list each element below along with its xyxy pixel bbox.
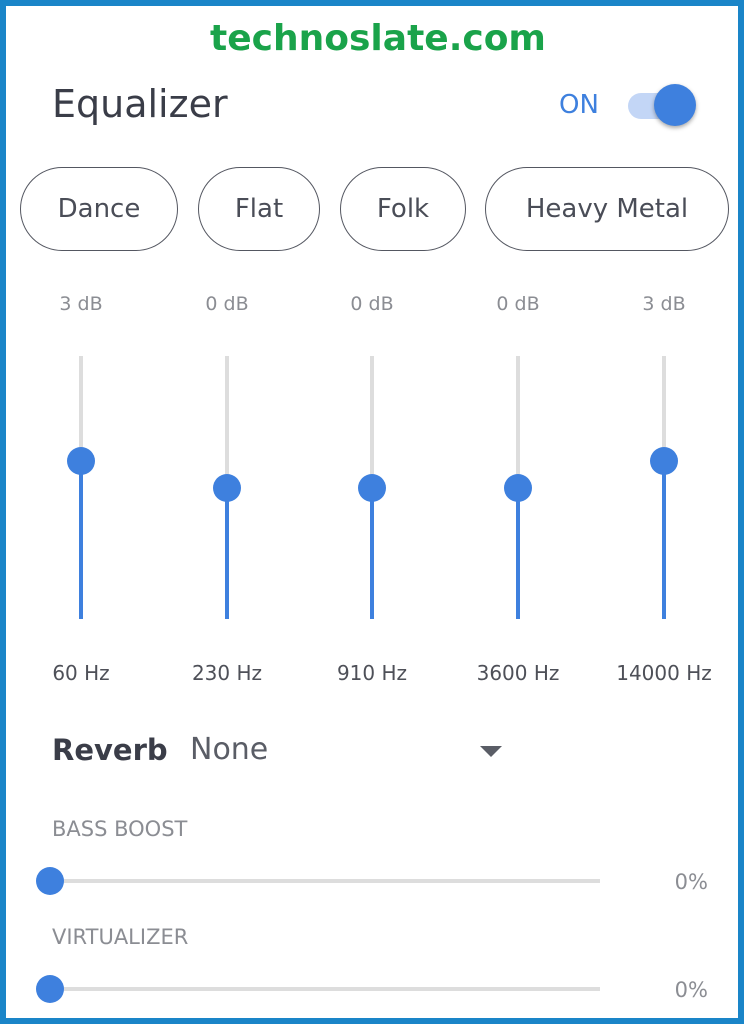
- band-slider-thumb[interactable]: [358, 473, 386, 502]
- toggle-thumb[interactable]: [654, 84, 696, 126]
- preset-label: Heavy Metal: [525, 194, 689, 224]
- bass-boost-label: BASS BOOST: [52, 817, 188, 841]
- virtualizer-value: 0%: [674, 978, 708, 1002]
- band-slider-fill: [662, 461, 666, 619]
- band-frequency-label: 910 Hz: [336, 661, 408, 685]
- band-gain-label: 0 dB: [350, 293, 394, 315]
- band-frequency-label: 3600 Hz: [476, 661, 560, 685]
- watermark: technoslate.com: [210, 18, 546, 59]
- bass-boost-value: 0%: [674, 870, 708, 894]
- preset-flat-button[interactable]: Flat: [198, 167, 320, 251]
- preset-dance-button[interactable]: Dance: [20, 167, 178, 251]
- reverb-selected-value: None: [190, 732, 269, 767]
- reverb-dropdown[interactable]: None: [190, 730, 510, 774]
- band-slider-thumb[interactable]: [650, 447, 678, 476]
- bass-boost-slider-thumb[interactable]: [36, 867, 64, 895]
- band-slider-thumb[interactable]: [504, 473, 532, 502]
- band-slider-fill: [370, 487, 374, 619]
- band-gain-label: 0 dB: [496, 293, 540, 315]
- band-slider-14000hz[interactable]: [662, 356, 666, 619]
- preset-heavy-metal-button[interactable]: Heavy Metal: [485, 167, 729, 251]
- band-slider-fill: [225, 487, 229, 619]
- preset-label: Dance: [57, 194, 141, 224]
- band-frequency-label: 230 Hz: [191, 661, 263, 685]
- band-slider-60hz[interactable]: [79, 356, 83, 619]
- bass-boost-slider[interactable]: [50, 879, 600, 883]
- virtualizer-slider[interactable]: [50, 987, 600, 991]
- band-gain-label: 0 dB: [205, 293, 249, 315]
- equalizer-toggle[interactable]: [628, 84, 696, 126]
- virtualizer-slider-thumb[interactable]: [36, 975, 64, 1003]
- chevron-down-icon[interactable]: [480, 746, 502, 757]
- preset-folk-button[interactable]: Folk: [340, 167, 466, 251]
- band-slider-fill: [79, 461, 83, 619]
- reverb-label: Reverb: [52, 733, 168, 767]
- band-slider-thumb[interactable]: [67, 447, 95, 476]
- preset-label: Folk: [376, 194, 430, 224]
- toggle-label: ON: [559, 90, 599, 120]
- preset-label: Flat: [234, 194, 284, 224]
- virtualizer-label: VIRTUALIZER: [52, 925, 189, 949]
- band-slider-fill: [516, 487, 520, 619]
- band-frequency-label: 14000 Hz: [616, 661, 712, 685]
- app-frame: technoslate.com Equalizer ON Dance Flat …: [0, 0, 744, 1024]
- page-title: Equalizer: [52, 82, 228, 126]
- band-frequency-label: 60 Hz: [52, 661, 110, 685]
- band-gain-label: 3 dB: [642, 293, 686, 315]
- band-gain-label: 3 dB: [59, 293, 103, 315]
- band-slider-thumb[interactable]: [213, 473, 241, 502]
